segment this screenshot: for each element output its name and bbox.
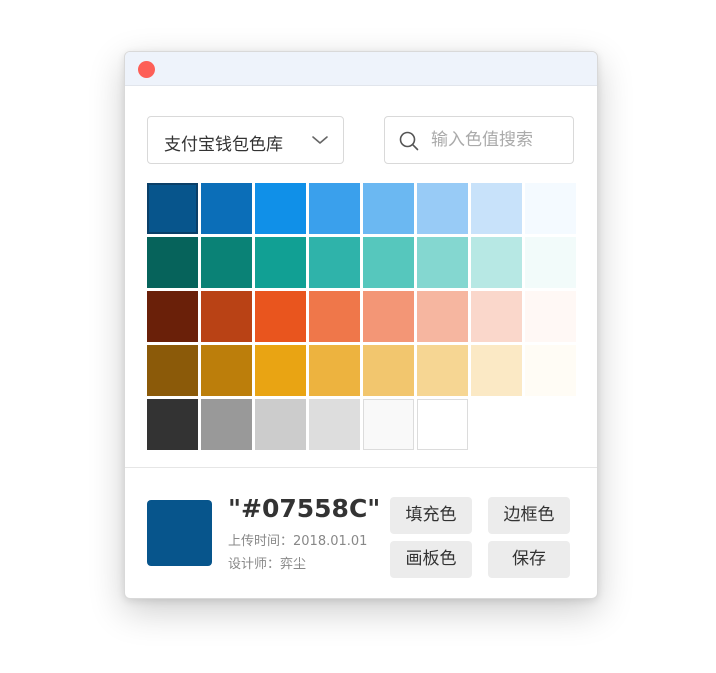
color-swatch[interactable] — [255, 291, 306, 342]
border-color-button[interactable]: 边框色 — [488, 497, 570, 534]
color-swatch[interactable] — [147, 237, 198, 288]
color-swatch[interactable] — [417, 237, 468, 288]
library-dropdown-label: 支付宝钱包色库 — [164, 135, 283, 155]
color-swatch[interactable] — [471, 183, 522, 234]
color-swatch[interactable] — [471, 291, 522, 342]
close-icon[interactable] — [138, 61, 155, 78]
color-swatch[interactable] — [147, 345, 198, 396]
color-swatch[interactable] — [525, 345, 576, 396]
designer-name: 设计师：弈尘 — [228, 557, 307, 572]
divider — [125, 467, 597, 468]
color-swatch[interactable] — [417, 291, 468, 342]
color-swatch[interactable] — [255, 345, 306, 396]
selected-color-preview — [147, 500, 212, 566]
color-swatch[interactable] — [525, 291, 576, 342]
color-swatch[interactable] — [471, 237, 522, 288]
color-swatch[interactable] — [201, 183, 252, 234]
selected-color-hex: "#07558C" — [228, 494, 381, 523]
search-icon[interactable] — [399, 131, 419, 151]
upload-time: 上传时间：2018.01.01 — [228, 534, 368, 549]
color-swatch[interactable] — [525, 183, 576, 234]
color-swatch[interactable] — [309, 399, 360, 450]
color-palette-grid — [147, 183, 579, 453]
color-swatch[interactable] — [309, 291, 360, 342]
color-swatch[interactable] — [147, 183, 198, 234]
search-box — [384, 116, 574, 164]
color-swatch[interactable] — [147, 399, 198, 450]
color-swatch[interactable] — [417, 345, 468, 396]
chevron-down-icon — [312, 136, 328, 144]
title-bar — [125, 52, 597, 86]
color-swatch[interactable] — [255, 399, 306, 450]
library-dropdown[interactable]: 支付宝钱包色库 — [147, 116, 344, 164]
color-library-window: 支付宝钱包色库 "#07558C" 上传时间：2018.01.01 设计师：弈尘… — [124, 51, 598, 599]
color-swatch[interactable] — [363, 291, 414, 342]
color-swatch[interactable] — [363, 345, 414, 396]
save-button[interactable]: 保存 — [488, 541, 570, 578]
color-swatch[interactable] — [201, 291, 252, 342]
color-swatch[interactable] — [417, 183, 468, 234]
fill-color-button[interactable]: 填充色 — [390, 497, 472, 534]
color-swatch[interactable] — [201, 237, 252, 288]
color-swatch[interactable] — [201, 345, 252, 396]
color-swatch[interactable] — [255, 237, 306, 288]
color-swatch[interactable] — [309, 237, 360, 288]
color-swatch[interactable] — [525, 237, 576, 288]
color-swatch[interactable] — [363, 237, 414, 288]
color-swatch[interactable] — [363, 183, 414, 234]
color-swatch[interactable] — [309, 345, 360, 396]
artboard-color-button[interactable]: 画板色 — [390, 541, 472, 578]
color-swatch[interactable] — [147, 291, 198, 342]
search-input[interactable] — [431, 127, 567, 153]
color-swatch[interactable] — [201, 399, 252, 450]
color-swatch[interactable] — [471, 345, 522, 396]
color-swatch[interactable] — [255, 183, 306, 234]
color-swatch[interactable] — [363, 399, 414, 450]
color-swatch[interactable] — [417, 399, 468, 450]
color-swatch[interactable] — [309, 183, 360, 234]
